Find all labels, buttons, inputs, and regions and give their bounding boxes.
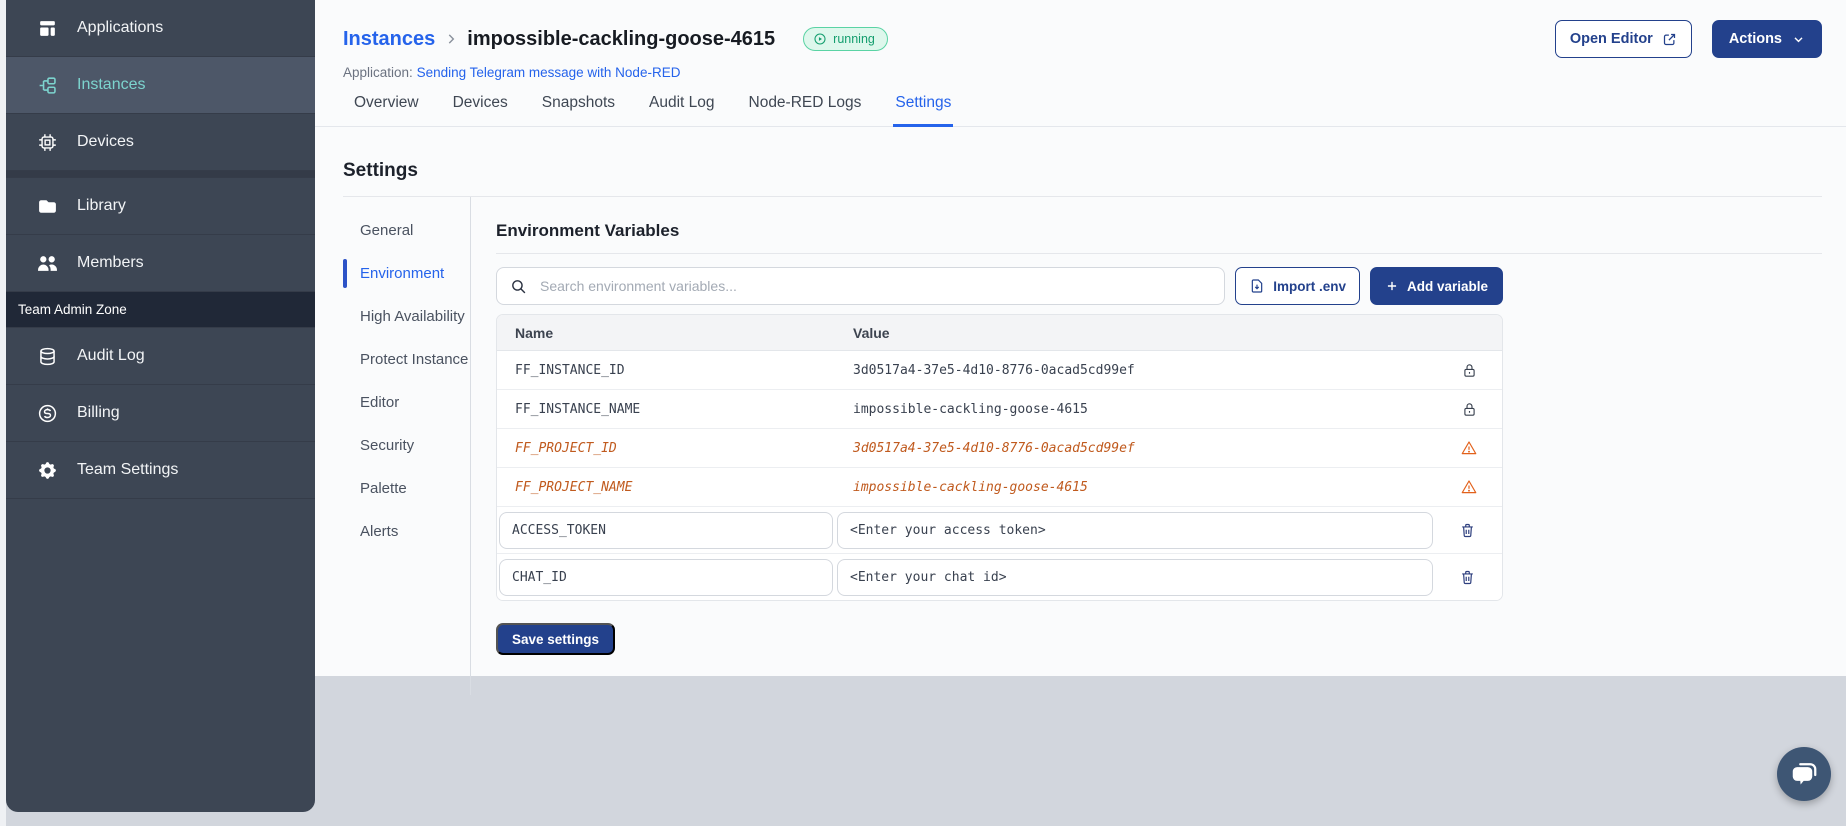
sidebar-item-label: Library: [77, 197, 126, 214]
sidebar-item-library[interactable]: Library: [6, 178, 315, 235]
env-var-name: FF_INSTANCE_ID: [515, 362, 625, 378]
subnav-protect-instance[interactable]: Protect Instance: [343, 350, 470, 369]
sidebar-item-label: Devices: [77, 133, 134, 150]
table-row: FF_INSTANCE_NAME impossible-cackling-goo…: [497, 390, 1502, 429]
env-variables-table: Name Value FF_INSTANCE_ID 3d0517a4-37e5-…: [496, 314, 1503, 601]
chat-widget-button[interactable]: [1777, 747, 1831, 801]
sidebar-item-devices[interactable]: Devices: [6, 114, 315, 171]
env-var-value: impossible-cackling-goose-4615: [853, 401, 1088, 417]
tab-snapshots[interactable]: Snapshots: [540, 94, 617, 127]
open-editor-button[interactable]: Open Editor: [1554, 20, 1692, 58]
table-row: FF_PROJECT_ID 3d0517a4-37e5-4d10-8776-0a…: [497, 429, 1502, 468]
status-badge-label: running: [833, 32, 875, 46]
plus-icon: [1385, 279, 1399, 293]
main-content: Instances impossible-cackling-goose-4615…: [315, 0, 1846, 695]
lock-icon: [1436, 401, 1502, 418]
status-badge: running: [803, 27, 888, 51]
warning-icon: [1436, 478, 1502, 496]
env-var-name-input[interactable]: [499, 558, 833, 596]
tab-node-red-logs[interactable]: Node-RED Logs: [747, 94, 864, 127]
env-var-value: 3d0517a4-37e5-4d10-8776-0acad5cd99ef: [853, 440, 1135, 456]
breadcrumb-instances-link[interactable]: Instances: [343, 28, 435, 51]
search-input[interactable]: [538, 277, 1212, 295]
env-var-name: FF_PROJECT_NAME: [515, 479, 633, 495]
sidebar-item-members[interactable]: Members: [6, 235, 315, 292]
subnav-high-availability[interactable]: High Availability: [343, 307, 470, 326]
subnav-alerts[interactable]: Alerts: [343, 522, 470, 541]
env-var-value: impossible-cackling-goose-4615: [853, 479, 1088, 495]
application-label: Application:: [343, 65, 413, 80]
application-link[interactable]: Sending Telegram message with Node-RED: [417, 65, 681, 80]
applications-icon: [37, 18, 58, 39]
sidebar-item-audit-log[interactable]: Audit Log: [6, 328, 315, 385]
sidebar-item-billing[interactable]: Billing: [6, 385, 315, 442]
chevron-down-icon: [1792, 33, 1805, 46]
delete-variable-button[interactable]: [1433, 522, 1502, 539]
column-header-value: Value: [853, 324, 890, 341]
subnav-general[interactable]: General: [343, 221, 470, 240]
settings-page-title: Settings: [343, 160, 1822, 197]
sidebar-item-label: Team Settings: [77, 461, 179, 478]
sidebar-item-label: Audit Log: [77, 347, 145, 364]
chat-bubbles-icon: [1789, 759, 1819, 789]
sidebar-item-label: Billing: [77, 404, 120, 421]
database-icon: [37, 346, 58, 367]
column-header-name: Name: [515, 324, 554, 341]
team-admin-zone-label: Team Admin Zone: [6, 292, 315, 328]
tab-settings[interactable]: Settings: [893, 94, 954, 127]
breadcrumb-separator-icon: [444, 32, 458, 46]
subnav-environment[interactable]: Environment: [343, 259, 470, 288]
sidebar-item-applications[interactable]: Applications: [6, 0, 315, 57]
instance-name: impossible-cackling-goose-4615: [467, 27, 776, 50]
subnav-editor[interactable]: Editor: [343, 393, 470, 412]
tab-audit-log[interactable]: Audit Log: [647, 94, 717, 127]
lock-icon: [1436, 362, 1502, 379]
search-box: [496, 267, 1226, 305]
sidebar-item-instances[interactable]: Instances: [6, 57, 315, 114]
currency-dollar-icon: [37, 403, 58, 424]
table-header: Name Value: [497, 315, 1502, 351]
env-var-value-input[interactable]: [837, 558, 1433, 596]
table-row: [497, 507, 1502, 554]
env-var-name-input[interactable]: [499, 511, 833, 549]
instance-header: Instances impossible-cackling-goose-4615…: [315, 0, 1846, 80]
chip-icon: [37, 132, 58, 153]
external-link-icon: [1662, 32, 1677, 47]
delete-variable-button[interactable]: [1433, 569, 1502, 586]
instance-tabs: Overview Devices Snapshots Audit Log Nod…: [315, 80, 1846, 127]
warning-icon: [1436, 439, 1502, 457]
folder-icon: [37, 196, 58, 217]
document-download-icon: [1249, 278, 1265, 294]
subnav-palette[interactable]: Palette: [343, 479, 470, 498]
sidebar-item-label: Members: [77, 254, 144, 271]
settings-subnav: General Environment High Availability Pr…: [343, 197, 470, 695]
actions-button[interactable]: Actions: [1711, 20, 1822, 58]
sidebar-divider: [6, 171, 315, 178]
sidebar-item-team-settings[interactable]: Team Settings: [6, 442, 315, 499]
env-var-name: FF_INSTANCE_NAME: [515, 401, 641, 417]
section-title: Environment Variables: [496, 221, 1822, 254]
table-row: FF_PROJECT_NAME impossible-cackling-goos…: [497, 468, 1502, 507]
table-row: FF_INSTANCE_ID 3d0517a4-37e5-4d10-8776-0…: [497, 351, 1502, 390]
instances-icon: [37, 75, 58, 96]
gear-icon: [37, 460, 58, 481]
subnav-security[interactable]: Security: [343, 436, 470, 455]
table-row: [497, 554, 1502, 600]
users-icon: [37, 253, 58, 274]
env-var-value: 3d0517a4-37e5-4d10-8776-0acad5cd99ef: [853, 362, 1135, 378]
play-circle-icon: [813, 32, 827, 46]
search-icon: [510, 278, 527, 295]
sidebar-item-label: Instances: [77, 76, 146, 93]
environment-panel: Environment Variables Search environment…: [470, 197, 1822, 695]
add-variable-button[interactable]: Add variable: [1369, 267, 1503, 305]
tab-devices[interactable]: Devices: [451, 94, 510, 127]
env-var-name: FF_PROJECT_ID: [515, 440, 617, 456]
env-var-value-input[interactable]: [837, 511, 1433, 549]
save-settings-button[interactable]: Save settings: [496, 623, 616, 655]
sidebar: Applications Instances Devices Library M…: [6, 0, 315, 812]
sidebar-item-label: Applications: [77, 19, 164, 36]
import-env-button[interactable]: Import .env: [1235, 267, 1360, 305]
tab-overview[interactable]: Overview: [352, 94, 421, 127]
